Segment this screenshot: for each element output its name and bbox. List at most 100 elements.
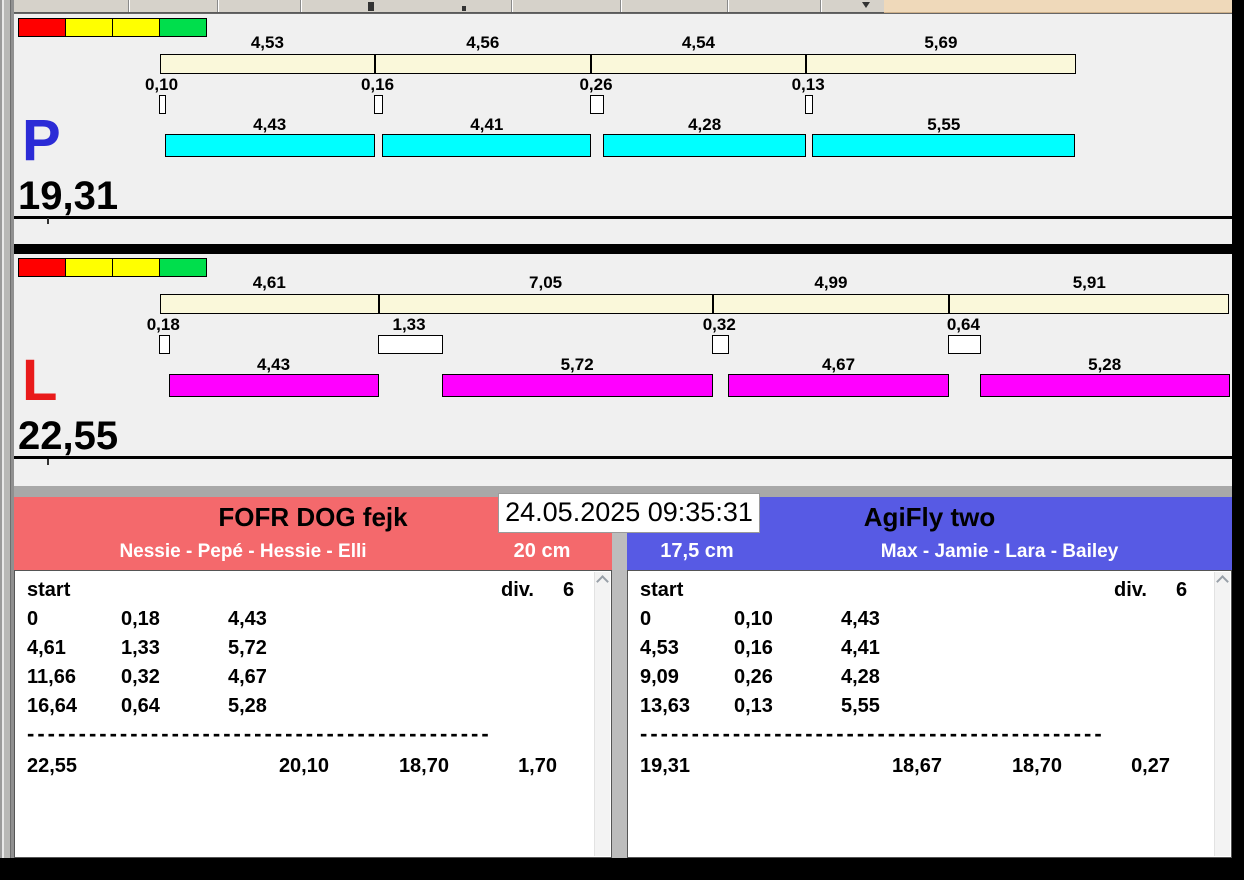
lane-letter: L xyxy=(22,348,58,413)
pass-time-label: 0,16 xyxy=(360,75,395,94)
window-left-edge xyxy=(0,0,14,858)
cumulative-time: 16,64 xyxy=(27,695,78,717)
time-difference: 1,70 xyxy=(518,755,557,777)
pass-time: 0,26 xyxy=(734,666,773,688)
pass-time-label: 1,33 xyxy=(392,315,426,334)
reference-time: 18,70 xyxy=(398,755,449,777)
scroll-up-icon[interactable] xyxy=(596,575,609,588)
jump-height: 17,5 cm xyxy=(660,540,734,562)
cumulative-time: 11,66 xyxy=(27,666,76,688)
split-time-label: 5,91 xyxy=(1072,273,1106,292)
pass-time-label: 0,18 xyxy=(146,315,180,334)
table-body: 0 0,10 4,43 4,53 0,16 4,41 9,09 0,26 4,28 13,63 0,… xyxy=(628,608,1213,724)
table-row: 0 0,10 4,43 xyxy=(628,608,1213,637)
table-row: 9,09 0,26 4,28 xyxy=(628,666,1213,695)
toolbar-separator xyxy=(727,0,728,12)
lane-track: 4,61 0,18 4,43 7,05 1,33 5,72 4,99 0,32 4,67 5,91… xyxy=(14,254,1232,456)
team-dogs: Nessie - Pepé - Hessie - Elli xyxy=(119,540,367,562)
toolbar-separator xyxy=(620,0,621,12)
reference-time: 18,70 xyxy=(1011,755,1062,777)
pass-time: 0,13 xyxy=(734,695,773,717)
dog-time: 4,41 xyxy=(841,637,880,659)
table-scrollbar[interactable] xyxy=(1214,572,1230,856)
ruler-tick xyxy=(47,459,49,465)
cumulative-time: 13,63 xyxy=(640,695,691,717)
split-bar-segment xyxy=(806,54,1076,74)
lane-track: 4,53 0,10 4,43 4,56 0,16 4,41 4,54 0,26 4,28 5,69… xyxy=(14,14,1232,216)
cumulative-time: 4,53 xyxy=(640,637,679,659)
dog-time: 4,43 xyxy=(228,608,267,630)
pass-box xyxy=(805,95,814,114)
dog-time-label: 5,72 xyxy=(560,355,594,374)
pass-box xyxy=(377,335,443,354)
totals-row: 19,31 18,67 18,70 0,27 xyxy=(628,755,1213,781)
toolbar-separator xyxy=(300,0,301,12)
lane-letter: P xyxy=(22,108,61,173)
cumulative-time: 0 xyxy=(27,608,39,630)
time-difference: 0,27 xyxy=(1131,755,1170,777)
total-time: 22,55 xyxy=(27,755,78,777)
dog-time-bar xyxy=(812,134,1076,157)
split-time-label: 4,54 xyxy=(681,33,715,52)
results-table-right: start div. 6 0 0,10 4,43 4,53 0,16 4,41 9,09 0,… xyxy=(627,570,1232,858)
jump-height: 20 cm xyxy=(513,540,571,562)
table-scrollbar[interactable] xyxy=(594,572,610,856)
toolbar-separator xyxy=(217,0,218,12)
pass-time: 0,64 xyxy=(121,695,160,717)
sum-dog-times: 18,67 xyxy=(891,755,942,777)
start-label: start xyxy=(640,579,684,601)
sum-dog-times: 20,10 xyxy=(278,755,329,777)
split-bar-segment xyxy=(160,294,379,314)
cumulative-time: 9,09 xyxy=(640,666,679,688)
split-bar-segment xyxy=(160,54,375,74)
table-header-row: start div. 6 xyxy=(628,579,1213,605)
dog-time-label: 5,28 xyxy=(1088,355,1122,374)
split-time-label: 4,99 xyxy=(814,273,848,292)
dog-time-label: 5,55 xyxy=(927,115,961,134)
dog-time-bar xyxy=(382,134,592,157)
table-row: 4,61 1,33 5,72 xyxy=(15,637,593,666)
pass-time: 0,32 xyxy=(121,666,160,688)
dog-time-bar xyxy=(603,134,807,157)
division-label: div. xyxy=(501,579,534,601)
table-row: 13,63 0,13 5,55 xyxy=(628,695,1213,724)
pass-time: 0,10 xyxy=(734,608,773,630)
dog-time: 5,55 xyxy=(841,695,880,717)
lane-total: 19,31 xyxy=(18,174,119,218)
split-time-label: 7,05 xyxy=(529,273,563,292)
ruler-tick xyxy=(47,218,49,224)
dog-time: 5,72 xyxy=(228,637,267,659)
dog-time: 5,28 xyxy=(228,695,267,717)
toolbar-separator xyxy=(128,0,129,12)
dog-time-label: 4,43 xyxy=(256,355,291,374)
total-time: 19,31 xyxy=(640,755,691,777)
dog-time-label: 4,28 xyxy=(688,115,722,134)
pass-box xyxy=(159,335,170,354)
lane-section-p: 4,53 0,10 4,43 4,56 0,16 4,41 4,54 0,26 4,28 5,69… xyxy=(14,13,1232,219)
cumulative-time: 4,61 xyxy=(27,637,66,659)
main-area: 4,53 0,10 4,43 4,56 0,16 4,41 4,54 0,26 4,28 5,69… xyxy=(14,13,1232,858)
scroll-up-icon[interactable] xyxy=(1216,575,1229,588)
split-time-label: 4,61 xyxy=(252,273,286,292)
toolbar[interactable] xyxy=(10,0,1242,13)
dog-time-bar xyxy=(168,374,379,397)
results-table-left: start div. 6 0 0,18 4,43 4,61 1,33 5,72 11,66 0… xyxy=(14,570,612,858)
flyball-timing-window: 4,53 0,10 4,43 4,56 0,16 4,41 4,54 0,26 4,28 5,69… xyxy=(0,0,1244,880)
split-bar-segment xyxy=(712,294,950,314)
split-time-label: 4,56 xyxy=(466,33,500,52)
dog-time-bar xyxy=(727,374,950,397)
table-body: 0 0,18 4,43 4,61 1,33 5,72 11,66 0,32 4,67 16,64 0… xyxy=(15,608,593,724)
pass-time-label: 0,26 xyxy=(579,75,613,94)
pass-box xyxy=(589,95,605,114)
window-right-frame xyxy=(1232,0,1244,880)
dog-time-label: 4,41 xyxy=(470,115,504,134)
pass-time-label: 0,32 xyxy=(702,315,736,334)
cumulative-time: 0 xyxy=(640,608,652,630)
window-bottom-frame xyxy=(0,858,1244,880)
dog-time-bar xyxy=(979,374,1230,397)
team-dogs: Max - Jamie - Lara - Bailey xyxy=(880,540,1119,562)
split-time-label: 4,53 xyxy=(250,33,284,52)
dog-time: 4,43 xyxy=(841,608,880,630)
pass-time: 1,33 xyxy=(121,637,160,659)
toolbar-glyph-fragment xyxy=(368,2,374,11)
